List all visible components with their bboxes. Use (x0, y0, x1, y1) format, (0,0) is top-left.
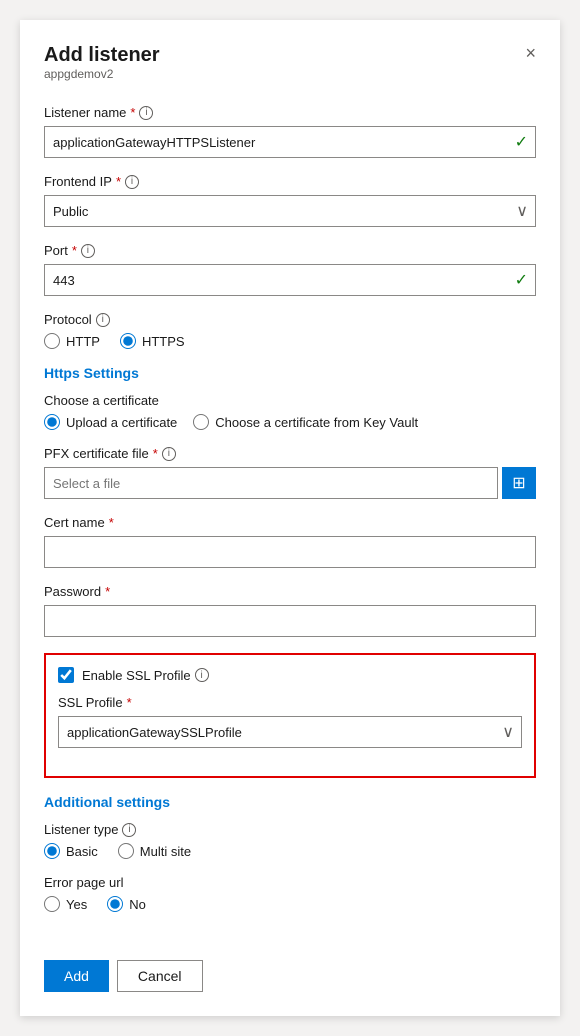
listener-type-info-icon[interactable]: i (122, 823, 136, 837)
protocol-radio-group: HTTP HTTPS (44, 333, 536, 349)
panel-title-group: Add listener appgdemov2 (44, 44, 160, 101)
panel-subtitle: appgdemov2 (44, 67, 160, 81)
ssl-profile-info-icon[interactable]: i (195, 668, 209, 682)
protocol-http-radio[interactable] (44, 333, 60, 349)
protocol-group: Protocol i HTTP HTTPS (44, 312, 536, 349)
ssl-profile-select-wrapper: applicationGatewaySSLProfile ∨ (58, 716, 522, 748)
password-group: Password * (44, 584, 536, 637)
cert-name-group: Cert name * (44, 515, 536, 568)
error-page-yes-radio[interactable] (44, 896, 60, 912)
additional-settings-section: Additional settings Listener type i Basi… (44, 794, 536, 912)
protocol-http-option[interactable]: HTTP (44, 333, 100, 349)
port-label: Port * i (44, 243, 536, 258)
pfx-required: * (153, 446, 158, 461)
protocol-https-radio[interactable] (120, 333, 136, 349)
listener-name-info-icon[interactable]: i (139, 106, 153, 120)
cert-keyvault-radio[interactable] (193, 414, 209, 430)
choose-cert-label: Choose a certificate (44, 393, 536, 408)
error-page-no-radio[interactable] (107, 896, 123, 912)
enable-ssl-profile-label: Enable SSL Profile i (82, 668, 209, 683)
cert-upload-option[interactable]: Upload a certificate (44, 414, 177, 430)
listener-name-input-wrapper: ✓ (44, 126, 536, 158)
error-page-url-group: Error page url Yes No (44, 875, 536, 912)
cert-name-label: Cert name * (44, 515, 536, 530)
close-button[interactable]: × (525, 44, 536, 62)
panel-footer: Add Cancel (44, 944, 536, 992)
pfx-file-input[interactable] (44, 467, 498, 499)
panel-header: Add listener appgdemov2 × (44, 44, 536, 101)
listener-type-group: Listener type i Basic Multi site (44, 822, 536, 859)
cert-upload-label: Upload a certificate (66, 415, 177, 430)
listener-type-basic-option[interactable]: Basic (44, 843, 98, 859)
ssl-profile-required: * (127, 695, 132, 710)
protocol-info-icon[interactable]: i (96, 313, 110, 327)
listener-name-label: Listener name * i (44, 105, 536, 120)
error-page-yes-label: Yes (66, 897, 87, 912)
frontend-ip-info-icon[interactable]: i (125, 175, 139, 189)
port-info-icon[interactable]: i (81, 244, 95, 258)
error-page-yes-option[interactable]: Yes (44, 896, 87, 912)
additional-settings-heading: Additional settings (44, 794, 536, 810)
port-input[interactable] (44, 264, 536, 296)
listener-type-label: Listener type i (44, 822, 536, 837)
ssl-profile-dropdown-label: SSL Profile * (58, 695, 522, 710)
cert-name-input[interactable] (44, 536, 536, 568)
listener-type-multisite-radio[interactable] (118, 843, 134, 859)
listener-type-multisite-option[interactable]: Multi site (118, 843, 191, 859)
listener-name-check-icon: ✓ (515, 132, 528, 152)
port-group: Port * i ✓ (44, 243, 536, 296)
cert-upload-radio[interactable] (44, 414, 60, 430)
password-label: Password * (44, 584, 536, 599)
frontend-ip-label: Frontend IP * i (44, 174, 536, 189)
https-settings-section: Https Settings Choose a certificate Uplo… (44, 365, 536, 430)
folder-icon: ⊞ (512, 473, 525, 493)
pfx-file-input-wrapper: ⊞ (44, 467, 536, 499)
listener-type-basic-radio[interactable] (44, 843, 60, 859)
error-page-radio-group: Yes No (44, 896, 536, 912)
cert-radio-group: Upload a certificate Choose a certificat… (44, 414, 536, 430)
listener-type-basic-label: Basic (66, 844, 98, 859)
cancel-button[interactable]: Cancel (117, 960, 203, 992)
ssl-profile-section: Enable SSL Profile i SSL Profile * appli… (44, 653, 536, 778)
enable-ssl-profile-checkbox[interactable] (58, 667, 74, 683)
listener-type-multisite-label: Multi site (140, 844, 191, 859)
listener-name-input[interactable] (44, 126, 536, 158)
cert-keyvault-option[interactable]: Choose a certificate from Key Vault (193, 414, 418, 430)
password-input[interactable] (44, 605, 536, 637)
port-required: * (72, 243, 77, 258)
pfx-info-icon[interactable]: i (162, 447, 176, 461)
cert-name-required: * (109, 515, 114, 530)
frontend-ip-group: Frontend IP * i Public Private ∨ (44, 174, 536, 227)
port-check-icon: ✓ (515, 270, 528, 290)
frontend-ip-select-wrapper: Public Private ∨ (44, 195, 536, 227)
pfx-cert-group: PFX certificate file * i ⊞ (44, 446, 536, 499)
ssl-profile-select[interactable]: applicationGatewaySSLProfile (58, 716, 522, 748)
protocol-label: Protocol i (44, 312, 536, 327)
add-button[interactable]: Add (44, 960, 109, 992)
protocol-https-label: HTTPS (142, 334, 185, 349)
protocol-http-label: HTTP (66, 334, 100, 349)
add-listener-panel: Add listener appgdemov2 × Listener name … (20, 20, 560, 1016)
enable-ssl-profile-row: Enable SSL Profile i (58, 667, 522, 683)
frontend-ip-select[interactable]: Public Private (44, 195, 536, 227)
ssl-profile-dropdown-group: SSL Profile * applicationGatewaySSLProfi… (58, 695, 522, 748)
error-page-no-option[interactable]: No (107, 896, 146, 912)
protocol-https-option[interactable]: HTTPS (120, 333, 185, 349)
port-input-wrapper: ✓ (44, 264, 536, 296)
listener-name-group: Listener name * i ✓ (44, 105, 536, 158)
listener-name-required: * (130, 105, 135, 120)
pfx-cert-label: PFX certificate file * i (44, 446, 536, 461)
error-page-url-label: Error page url (44, 875, 536, 890)
password-required: * (105, 584, 110, 599)
https-settings-heading: Https Settings (44, 365, 536, 381)
cert-keyvault-label: Choose a certificate from Key Vault (215, 415, 418, 430)
pfx-browse-button[interactable]: ⊞ (502, 467, 536, 499)
panel-title: Add listener (44, 44, 160, 67)
frontend-ip-required: * (116, 174, 121, 189)
listener-type-radio-group: Basic Multi site (44, 843, 536, 859)
error-page-no-label: No (129, 897, 146, 912)
